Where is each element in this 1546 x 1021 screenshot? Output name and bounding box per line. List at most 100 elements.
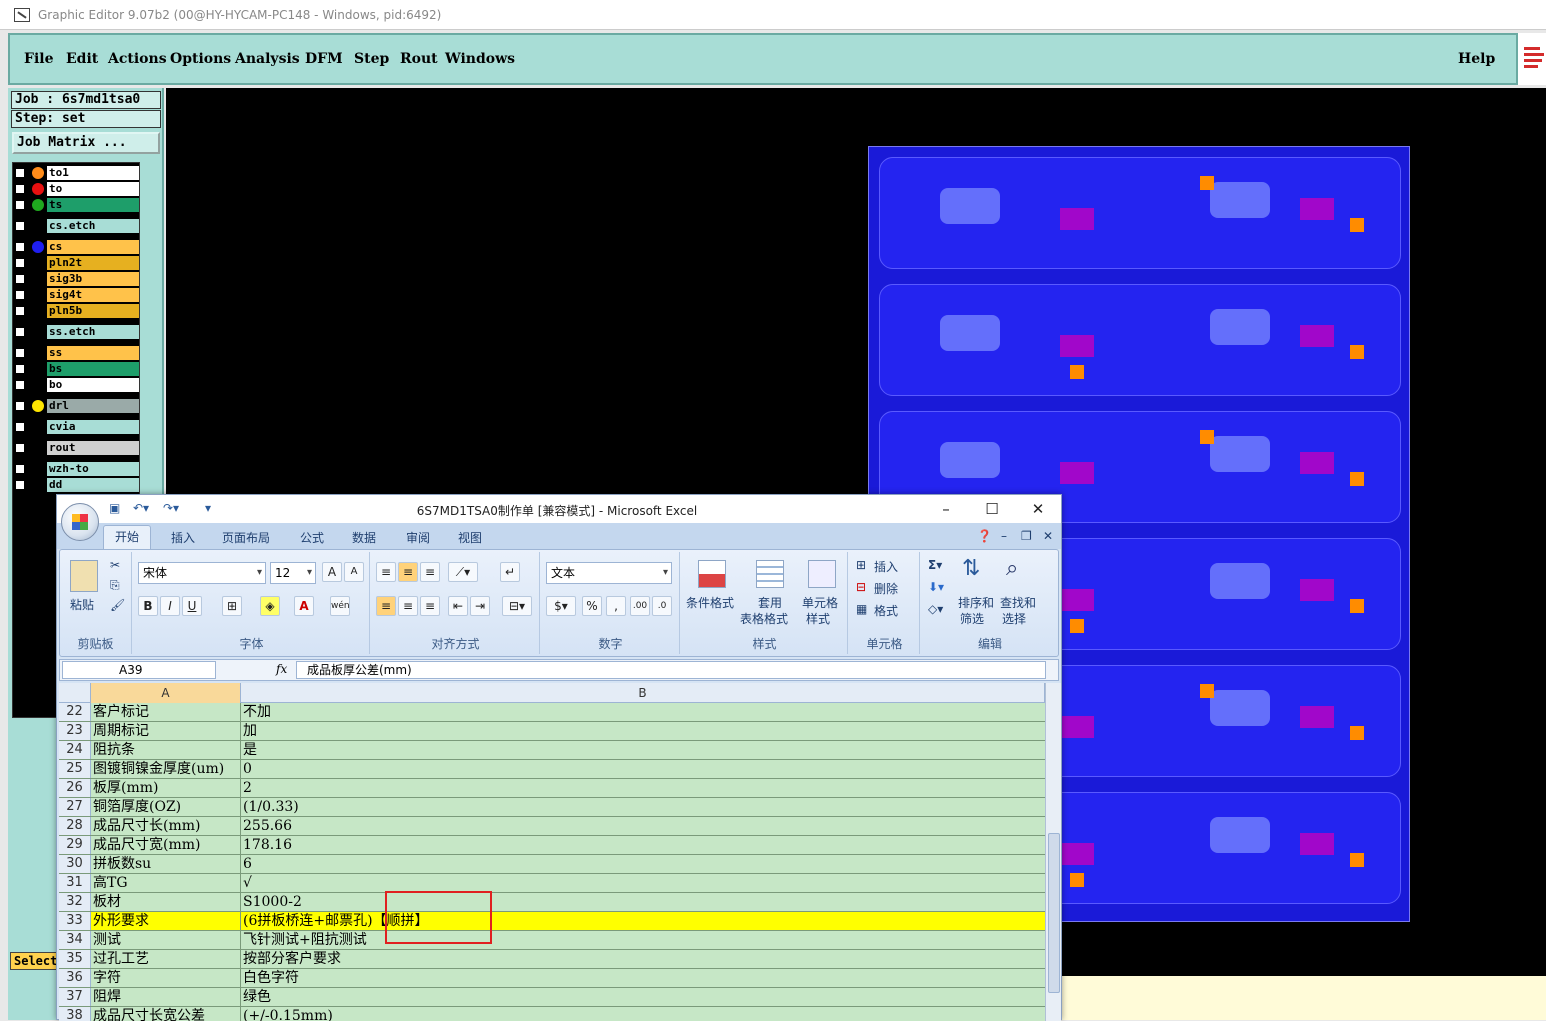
cell-a[interactable]: 周期标记 [91,722,241,740]
cell-b[interactable]: 是 [241,741,1041,759]
table-row[interactable]: 26 板厚(mm) 2 [59,779,1045,798]
layer-checkbox[interactable] [15,242,25,252]
table-row[interactable]: 28 成品尺寸长(mm) 255.66 [59,817,1045,836]
copy-icon[interactable]: ⎘ [110,578,120,593]
layer-row[interactable]: sig4t [13,287,141,303]
scrollbar-thumb[interactable] [1048,833,1060,993]
menu-actions[interactable]: Actions [108,51,167,67]
cell-b[interactable]: 255.66 [241,817,1041,835]
layer-row[interactable]: ts [13,197,141,213]
cell-b[interactable]: √ [241,874,1041,892]
conditional-format-button[interactable]: 条件格式 [686,594,734,611]
autosum-icon[interactable]: Σ▾ [928,558,942,572]
menu-step[interactable]: Step [354,51,389,67]
ribbon-restore-icon[interactable]: ❐ [1021,529,1032,543]
row-number[interactable]: 30 [59,855,91,873]
layer-row[interactable]: dd [13,477,141,493]
table-row[interactable]: 34 测试 飞针测试+阻抗测试 [59,931,1045,950]
table-row[interactable]: 23 周期标记加 [59,722,1045,741]
table-row[interactable]: 33 外形要求 (6拼板桥连+邮票孔)【顺拼】 [59,912,1045,931]
cell-a[interactable]: 成品尺寸长宽公差 [91,1007,241,1021]
fill-color-icon[interactable]: ◈ [260,596,280,616]
cell-a[interactable]: 板厚(mm) [91,779,241,797]
align-middle-icon[interactable]: ≡ [398,562,418,582]
ribbon-minimize-icon[interactable]: – [1001,529,1007,543]
tab-data[interactable]: 数据 [352,529,376,546]
insert-icon[interactable]: ⊞ [856,558,866,572]
cell-a[interactable]: 拼板数su [91,855,241,873]
table-row[interactable]: 36 字符 白色字符 [59,969,1045,988]
wrap-text-icon[interactable]: ↵ [500,562,520,582]
cell-b[interactable]: 加 [241,722,1041,740]
table-row[interactable]: 25 图镀铜镍金厚度(um) 0 [59,760,1045,779]
font-name-select[interactable]: 宋体 [138,562,266,584]
tab-home[interactable]: 开始 [103,525,151,549]
table-format-icon[interactable] [756,560,784,588]
cell-a[interactable]: 字符 [91,969,241,987]
find-select-button-1[interactable]: 查找和 [1000,594,1036,611]
cell-a[interactable]: 客户标记 [91,703,241,721]
sort-filter-button-2[interactable]: 筛选 [960,610,984,627]
table-row[interactable]: 30 拼板数su 6 [59,855,1045,874]
sort-filter-icon[interactable]: ⇅ [962,556,980,581]
align-right-icon[interactable]: ≡ [420,596,440,616]
layer-row[interactable]: to [13,181,141,197]
paste-icon[interactable] [70,560,98,592]
insert-button[interactable]: 插入 [874,558,898,575]
layer-checkbox[interactable] [15,401,25,411]
tab-insert[interactable]: 插入 [171,529,195,546]
format-painter-icon[interactable]: 🖌 [110,598,125,612]
table-row[interactable]: 32 板材 S1000-2 [59,893,1045,912]
comma-icon[interactable]: , [606,596,626,616]
italic-icon[interactable]: I [160,596,180,616]
cell-a[interactable]: 成品尺寸宽(mm) [91,836,241,854]
layer-checkbox[interactable] [15,258,25,268]
row-number[interactable]: 38 [59,1007,91,1021]
column-header-a[interactable]: A [91,683,241,703]
cell-b[interactable]: 0 [241,760,1041,778]
formula-input[interactable]: 成品板厚公差(mm) [296,661,1046,679]
clear-icon[interactable]: ◇▾ [928,602,943,616]
office-button[interactable] [61,503,99,541]
increase-indent-icon[interactable]: ⇥ [470,596,490,616]
row-number[interactable]: 37 [59,988,91,1006]
tab-formulas[interactable]: 公式 [300,529,324,546]
layer-row[interactable]: cvia [13,419,141,435]
column-header-b[interactable]: B [241,683,1045,703]
grow-font-icon[interactable]: A [322,562,342,582]
row-number[interactable]: 22 [59,703,91,721]
ribbon-close-icon[interactable]: ✕ [1043,529,1053,543]
cell-style-button-2[interactable]: 样式 [806,610,830,627]
menu-rout[interactable]: Rout [400,51,438,67]
underline-icon[interactable]: U [182,596,202,616]
cell-a[interactable]: 测试 [91,931,241,949]
layer-row[interactable]: to1 [13,165,141,181]
row-number[interactable]: 31 [59,874,91,892]
find-select-icon[interactable]: ⌕ [1006,556,1018,581]
cell-a[interactable]: 外形要求 [91,912,241,930]
row-number[interactable]: 25 [59,760,91,778]
find-select-button-2[interactable]: 选择 [1002,610,1026,627]
orientation-icon[interactable]: ⟋▾ [448,562,478,582]
layer-checkbox[interactable] [15,443,25,453]
cell-a[interactable]: 成品尺寸长(mm) [91,817,241,835]
table-row[interactable]: 22 客户标记 不加 [59,703,1045,722]
cell-b[interactable]: 飞针测试+阻抗测试 [241,931,1041,949]
cell-a[interactable]: 图镀铜镍金厚度(um) [91,760,241,778]
table-row[interactable]: 29 成品尺寸宽(mm) 178.16 [59,836,1045,855]
align-left-icon[interactable]: ≡ [376,596,396,616]
select-all-corner[interactable] [59,683,91,703]
undo-icon[interactable]: ↶▾ [133,501,149,517]
minimize-button[interactable]: – [931,499,961,519]
row-number[interactable]: 35 [59,950,91,968]
job-matrix-button[interactable]: Job Matrix ... [12,132,160,154]
layer-checkbox[interactable] [15,327,25,337]
row-number[interactable]: 28 [59,817,91,835]
customize-qat-icon[interactable]: ▾ [205,501,221,517]
layer-row[interactable]: sig3b [13,271,141,287]
layer-checkbox[interactable] [15,464,25,474]
tab-page-layout[interactable]: 页面布局 [222,529,270,546]
menu-dfm[interactable]: DFM [305,51,343,67]
cell-a[interactable]: 铜箔厚度(OZ) [91,798,241,816]
cell-a[interactable]: 高TG [91,874,241,892]
